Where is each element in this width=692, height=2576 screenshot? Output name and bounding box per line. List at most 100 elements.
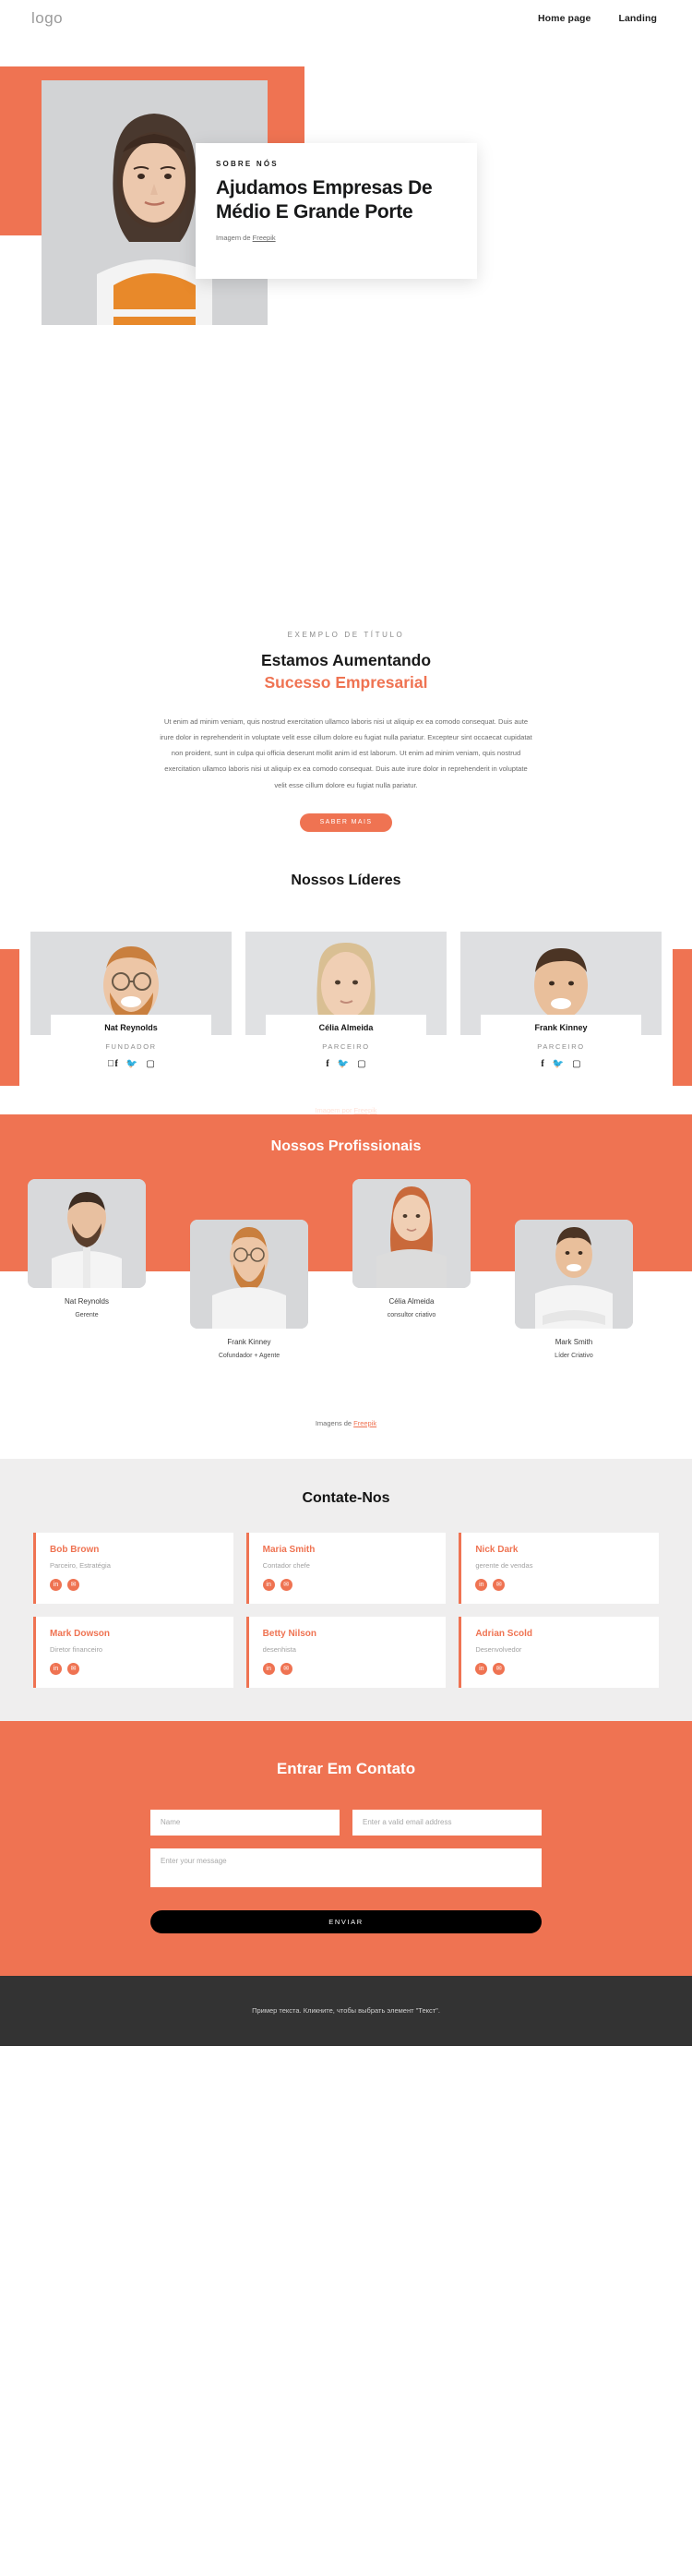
twitter-icon[interactable]: 🐦 bbox=[126, 1059, 137, 1069]
professional-role: Gerente bbox=[75, 1311, 99, 1318]
leader-role: FUNDADOR bbox=[105, 1041, 157, 1051]
professional-card: Nat Reynolds Gerente bbox=[28, 1178, 146, 1318]
professional-name: Mark Smith bbox=[555, 1337, 593, 1346]
contact-role: Desenvolvedor bbox=[475, 1644, 522, 1654]
leaders-title: Nossos Líderes bbox=[291, 872, 401, 888]
leader-socials:  f 🐦 ▢ bbox=[30, 1059, 232, 1069]
contact-cards-grid: Bob Brown Parceiro, Estratégia in ✉ Mari… bbox=[33, 1532, 659, 1688]
contact-icons: in ✉ bbox=[262, 1578, 433, 1591]
contact-name: Mark Dowson bbox=[50, 1628, 111, 1639]
instagram-icon[interactable]: ▢ bbox=[146, 1059, 154, 1069]
linkedin-icon[interactable]: in bbox=[262, 1662, 275, 1675]
pros-credit-link[interactable]: Freepik bbox=[353, 1419, 376, 1427]
professional-card: Frank Kinney Cofundador + Agente bbox=[190, 1219, 308, 1359]
facebook-icon[interactable]: f bbox=[326, 1059, 328, 1069]
mail-icon[interactable]: ✉ bbox=[67, 1578, 79, 1591]
leaders-panel: Nat Reynolds FUNDADOR  f 🐦 ▢ bbox=[19, 914, 673, 1095]
intro-paragraph: Ut enim ad minim veniam, quis nostrud ex… bbox=[160, 717, 532, 789]
contact-icons: in ✉ bbox=[262, 1662, 433, 1675]
contact-card[interactable]: Bob Brown Parceiro, Estratégia in ✉ bbox=[33, 1532, 233, 1604]
nav-item-home-page[interactable]: Home page bbox=[538, 13, 591, 24]
nav-item-landing[interactable]: Landing bbox=[618, 13, 657, 24]
professional-photo bbox=[28, 1178, 146, 1288]
leader-card: Célia Almeida PARCEIRO f 🐦 ▢ bbox=[245, 931, 447, 1069]
leader-name-plate: Célia Almeida bbox=[266, 1014, 426, 1036]
professional-card: Mark Smith Líder Criativo bbox=[515, 1219, 633, 1359]
instagram-icon[interactable]: ▢ bbox=[572, 1059, 580, 1069]
linkedin-icon[interactable]: in bbox=[50, 1662, 62, 1675]
name-input[interactable] bbox=[150, 1809, 340, 1836]
leader-name: Frank Kinney bbox=[534, 1022, 588, 1032]
learn-more-button[interactable]: SABER MAIS bbox=[300, 813, 392, 832]
contact-card[interactable]: Betty Nilson desenhista in ✉ bbox=[245, 1616, 447, 1688]
professional-photo bbox=[190, 1219, 308, 1329]
professional-role: Líder Criativo bbox=[555, 1352, 593, 1359]
leader-name: Nat Reynolds bbox=[104, 1022, 158, 1032]
professional-role: consultor criativo bbox=[387, 1311, 436, 1318]
contact-role: Contador chefe bbox=[262, 1560, 310, 1570]
contact-role: Diretor financeiro bbox=[50, 1644, 103, 1654]
contact-icons: in ✉ bbox=[50, 1578, 220, 1591]
site-footer: Пример текста. Кликните, чтобы выбрать э… bbox=[0, 1975, 692, 2046]
hero-title: Ajudamos Empresas De Médio E Grande Port… bbox=[216, 177, 433, 223]
professionals-title: Nossos Profissionais bbox=[270, 1138, 422, 1154]
contact-icons: in ✉ bbox=[475, 1578, 645, 1591]
leader-name-plate: Nat Reynolds bbox=[51, 1014, 211, 1036]
leaders-section: Nossos Líderes Nat Reynolds FUNDADOR f 🐦… bbox=[0, 873, 692, 1114]
leaders-credit-prefix: Imagem por bbox=[315, 1105, 354, 1114]
leaders-image-credit: Imagem por Freepik bbox=[0, 1106, 692, 1114]
mail-icon[interactable]: ✉ bbox=[280, 1662, 292, 1675]
footer-text: Пример текста. Кликните, чтобы выбрать э… bbox=[252, 2006, 440, 2016]
intro-eyebrow: EXEMPLO DE TÍTULO bbox=[287, 631, 405, 639]
mail-icon[interactable]: ✉ bbox=[280, 1578, 292, 1591]
linkedin-icon[interactable]: in bbox=[50, 1578, 62, 1591]
contact-card[interactable]: Nick Dark gerente de vendas in ✉ bbox=[459, 1532, 659, 1604]
intro-section: EXEMPLO DE TÍTULO Estamos Aumentando Suc… bbox=[0, 596, 692, 832]
mail-icon[interactable]: ✉ bbox=[67, 1662, 79, 1675]
facebook-icon[interactable]: f bbox=[541, 1059, 543, 1069]
linkedin-icon[interactable]: in bbox=[262, 1578, 275, 1591]
logo[interactable]: logo bbox=[31, 9, 63, 28]
leader-name-plate: Frank Kinney bbox=[481, 1014, 641, 1036]
contact-section: Contate-Nos Bob Brown Parceiro, Estratég… bbox=[0, 1458, 692, 1721]
contact-card[interactable]: Maria Smith Contador chefe in ✉ bbox=[245, 1532, 447, 1604]
linkedin-icon[interactable]: in bbox=[475, 1578, 488, 1591]
contact-card[interactable]: Mark Dowson Diretor financeiro in ✉ bbox=[33, 1616, 233, 1688]
pros-credit-prefix: Imagens de bbox=[315, 1418, 354, 1427]
twitter-icon[interactable]: 🐦 bbox=[338, 1059, 349, 1069]
facebook-icon[interactable]:  f bbox=[107, 1059, 118, 1069]
hero-credit-prefix: Imagem de bbox=[216, 234, 253, 243]
professional-photo bbox=[515, 1219, 633, 1329]
professionals-section: Nossos Profissionais Nat Reynolds Gerent… bbox=[0, 1113, 692, 1459]
contact-name: Adrian Scold bbox=[475, 1628, 533, 1639]
contact-name: Maria Smith bbox=[262, 1544, 316, 1555]
twitter-icon[interactable]: 🐦 bbox=[553, 1059, 564, 1069]
mail-icon[interactable]: ✉ bbox=[493, 1578, 506, 1591]
form-row bbox=[150, 1809, 542, 1836]
hero-image-credit: Imagem de Freepik bbox=[216, 234, 457, 242]
hero-credit-link[interactable]: Freepik bbox=[253, 234, 276, 242]
leader-name: Célia Almeida bbox=[318, 1022, 374, 1032]
intro-title-line2: Sucesso Empresarial bbox=[264, 672, 428, 692]
message-input[interactable] bbox=[150, 1848, 542, 1887]
landing-page: logo Home page Landing SOBRE NÓS Ajudamo… bbox=[0, 0, 692, 2046]
submit-button[interactable]: ENVIAR bbox=[150, 1909, 542, 1933]
hero-text-card: SOBRE NÓS Ajudamos Empresas De Médio E G… bbox=[196, 143, 477, 279]
mail-icon[interactable]: ✉ bbox=[493, 1662, 506, 1675]
leader-card: Nat Reynolds FUNDADOR  f 🐦 ▢ bbox=[30, 931, 232, 1069]
leader-socials: f 🐦 ▢ bbox=[460, 1059, 662, 1069]
hero-eyebrow: SOBRE NÓS bbox=[216, 160, 279, 168]
site-header: logo Home page Landing bbox=[0, 0, 692, 37]
contact-name: Nick Dark bbox=[475, 1544, 519, 1555]
intro-title: Estamos Aumentando Sucesso Empresarial bbox=[0, 650, 692, 693]
intro-title-line1: Estamos Aumentando bbox=[260, 651, 432, 669]
leaders-credit-link[interactable]: Freepik bbox=[354, 1106, 377, 1114]
form-title: Entrar Em Contato bbox=[276, 1759, 416, 1777]
contact-name: Bob Brown bbox=[50, 1544, 100, 1555]
contact-card[interactable]: Adrian Scold Desenvolvedor in ✉ bbox=[459, 1616, 659, 1688]
leader-card: Frank Kinney PARCEIRO f 🐦 ▢ bbox=[460, 931, 662, 1069]
instagram-icon[interactable]: ▢ bbox=[357, 1059, 365, 1069]
leader-socials: f 🐦 ▢ bbox=[245, 1059, 447, 1069]
linkedin-icon[interactable]: in bbox=[475, 1662, 488, 1675]
email-input[interactable] bbox=[352, 1809, 542, 1836]
